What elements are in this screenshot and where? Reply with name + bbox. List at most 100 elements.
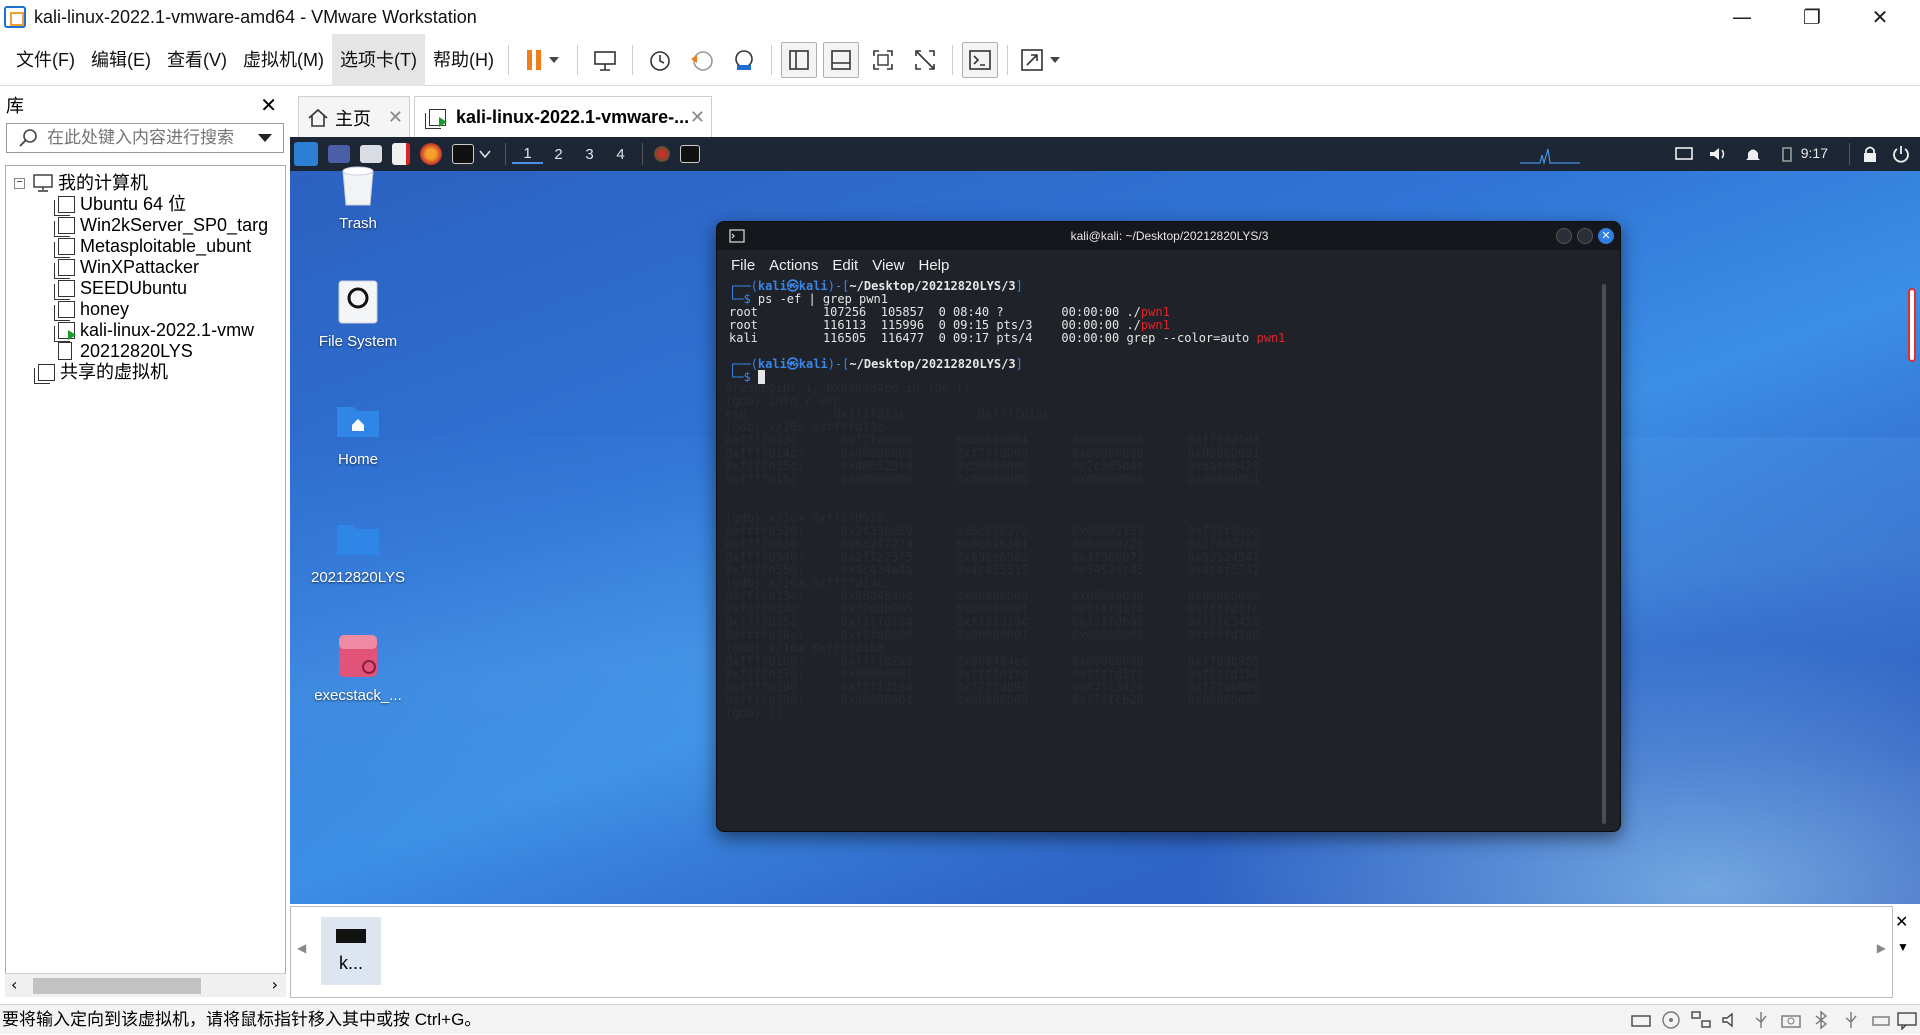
lock-icon[interactable] bbox=[1862, 145, 1878, 163]
terminal-scrollbar[interactable] bbox=[1602, 284, 1606, 824]
library-search[interactable] bbox=[6, 123, 284, 153]
library-close-icon[interactable]: ✕ bbox=[260, 93, 277, 117]
send-ctrl-alt-del-button[interactable] bbox=[587, 42, 623, 78]
command-line: ps -ef | grep pwn1 bbox=[758, 292, 888, 306]
sound-icon[interactable] bbox=[1720, 1010, 1742, 1030]
network-icon[interactable] bbox=[1690, 1010, 1712, 1030]
scroll-left-icon[interactable]: ‹ bbox=[11, 975, 17, 994]
desktop-icon-execstack[interactable]: execstack_... bbox=[303, 633, 413, 704]
snapshot-manager-button[interactable] bbox=[726, 42, 762, 78]
desktop-icon-label: Trash bbox=[339, 215, 377, 232]
snapshot-button[interactable] bbox=[642, 42, 678, 78]
printer-icon[interactable] bbox=[1870, 1010, 1892, 1030]
vm-display[interactable]: 1 2 3 4 9:17 Trash File System Home 2021… bbox=[290, 137, 1920, 904]
menu-edit[interactable]: 编辑(E) bbox=[83, 34, 159, 86]
library-horizontal-scrollbar[interactable]: ‹ › bbox=[5, 973, 286, 997]
toolbar-separator bbox=[507, 44, 509, 75]
workspace-1[interactable]: 1 bbox=[512, 145, 543, 164]
tab-close-icon[interactable]: ✕ bbox=[388, 107, 403, 128]
ps-user: kali bbox=[729, 331, 758, 345]
keyboard-icon bbox=[594, 50, 616, 71]
thumbnail-scroll-left-icon[interactable]: ◀ bbox=[297, 941, 306, 955]
console-view-button[interactable] bbox=[961, 41, 998, 78]
workspace-2[interactable]: 2 bbox=[543, 146, 574, 163]
unity-button[interactable] bbox=[907, 42, 943, 78]
logout-icon[interactable] bbox=[1892, 145, 1910, 163]
terminal-menu-file[interactable]: File bbox=[731, 257, 755, 274]
menu-tabs[interactable]: 选项卡(T) bbox=[331, 33, 425, 86]
camera-icon[interactable] bbox=[1780, 1010, 1802, 1030]
library-search-input[interactable] bbox=[47, 128, 257, 148]
shared-vm-icon bbox=[34, 363, 55, 384]
show-library-button[interactable] bbox=[780, 41, 817, 78]
notifications-icon[interactable] bbox=[1744, 145, 1762, 163]
chevron-down-icon[interactable] bbox=[257, 132, 273, 144]
stretch-guest-button[interactable] bbox=[1017, 42, 1067, 78]
minimize-icon[interactable] bbox=[1556, 228, 1572, 244]
vm-icon bbox=[54, 258, 75, 279]
menu-help[interactable]: 帮助(H) bbox=[425, 34, 502, 86]
scrollbar-thumb[interactable] bbox=[33, 978, 201, 994]
menu-view[interactable]: 查看(V) bbox=[159, 34, 235, 86]
message-log-icon[interactable] bbox=[1896, 1010, 1918, 1030]
desktop-icon-label: 20212820LYS bbox=[311, 569, 405, 586]
tab-kali-vm[interactable]: kali-linux-2022.1-vmware-... ✕ bbox=[414, 96, 712, 138]
ps-c: 0 bbox=[938, 331, 946, 345]
terminal-menu-actions[interactable]: Actions bbox=[769, 257, 818, 274]
desktop-icon-file-system[interactable]: File System bbox=[303, 279, 413, 350]
workspace-3[interactable]: 3 bbox=[574, 146, 605, 163]
cpu-graph-icon bbox=[1520, 148, 1580, 165]
workspace-4[interactable]: 4 bbox=[605, 146, 636, 163]
usb-device-icon[interactable] bbox=[1840, 1010, 1862, 1030]
vm-thumbnail[interactable]: k... bbox=[321, 917, 381, 985]
pause-button[interactable] bbox=[518, 42, 568, 78]
menu-file[interactable]: 文件(F) bbox=[8, 34, 83, 86]
terminal-menu-edit[interactable]: Edit bbox=[832, 257, 858, 274]
revert-snapshot-button[interactable] bbox=[684, 42, 720, 78]
panel-separator bbox=[642, 143, 643, 165]
desktop-icon-home[interactable]: Home bbox=[303, 397, 413, 468]
restore-button[interactable]: ❐ bbox=[1784, 0, 1840, 34]
firefox-window-icon[interactable] bbox=[654, 146, 670, 162]
ps-user: root bbox=[729, 305, 758, 319]
terminal-window-icon[interactable] bbox=[680, 145, 700, 163]
terminal-titlebar[interactable]: kali@kali: ~/Desktop/20212820LYS/3 ✕ bbox=[717, 222, 1620, 250]
desktop-icon-trash[interactable]: Trash bbox=[303, 161, 413, 232]
tree-node-shared-vms[interactable]: 共享的虚拟机 bbox=[34, 359, 168, 385]
terminal-output[interactable]: ┌──(kali㉿kali)-[~/Desktop/20212820LYS/3]… bbox=[729, 280, 1599, 825]
terminal-window[interactable]: kali@kali: ~/Desktop/20212820LYS/3 ✕ Fil… bbox=[716, 221, 1621, 832]
chevron-down-icon[interactable] bbox=[479, 149, 491, 159]
vm-view-scroll-indicator[interactable] bbox=[1908, 288, 1916, 362]
scroll-right-icon[interactable]: › bbox=[272, 975, 278, 994]
close-button[interactable]: ✕ bbox=[1852, 0, 1908, 34]
full-screen-button[interactable] bbox=[865, 42, 901, 78]
show-thumbnail-bar-button[interactable] bbox=[822, 41, 859, 78]
minimize-button[interactable]: — bbox=[1714, 0, 1770, 34]
ps-cmd: grep --color=auto bbox=[1126, 331, 1257, 345]
usb-icon[interactable] bbox=[1750, 1010, 1772, 1030]
tab-home[interactable]: 主页 ✕ bbox=[298, 96, 410, 138]
cd-dvd-icon[interactable] bbox=[1660, 1010, 1682, 1030]
terminal-menu-view[interactable]: View bbox=[872, 257, 904, 274]
collapse-icon[interactable]: − bbox=[14, 177, 25, 189]
maximize-icon[interactable] bbox=[1577, 228, 1593, 244]
menu-vm[interactable]: 虚拟机(M) bbox=[235, 34, 332, 86]
volume-icon[interactable] bbox=[1708, 145, 1728, 163]
desktop-icon-folder[interactable]: 20212820LYS bbox=[303, 515, 413, 586]
thumbnail-bar-close-icon[interactable]: ✕ bbox=[1895, 912, 1908, 931]
prompt-path: ~/Desktop/20212820LYS/3 bbox=[849, 279, 1016, 293]
close-icon[interactable]: ✕ bbox=[1598, 228, 1614, 244]
library-tree: − 我的计算机 Ubuntu 64 位 Win2kServer_SP0_targ… bbox=[5, 165, 286, 997]
bluetooth-icon[interactable] bbox=[1810, 1010, 1832, 1030]
hard-disk-icon[interactable] bbox=[1630, 1010, 1652, 1030]
thumbnail-bar-menu-icon[interactable]: ▼ bbox=[1897, 940, 1909, 954]
panel-clock[interactable]: 9:17 bbox=[1801, 145, 1828, 161]
terminal-icon[interactable] bbox=[452, 144, 474, 164]
terminal-menu-help[interactable]: Help bbox=[918, 257, 949, 274]
ps-stime: 09:17 bbox=[953, 331, 990, 345]
vm-icon bbox=[54, 237, 75, 258]
display-icon[interactable] bbox=[1674, 145, 1694, 163]
tab-close-icon[interactable]: ✕ bbox=[690, 107, 705, 128]
firefox-icon[interactable] bbox=[420, 143, 442, 165]
thumbnail-scroll-right-icon[interactable]: ▶ bbox=[1877, 941, 1886, 955]
